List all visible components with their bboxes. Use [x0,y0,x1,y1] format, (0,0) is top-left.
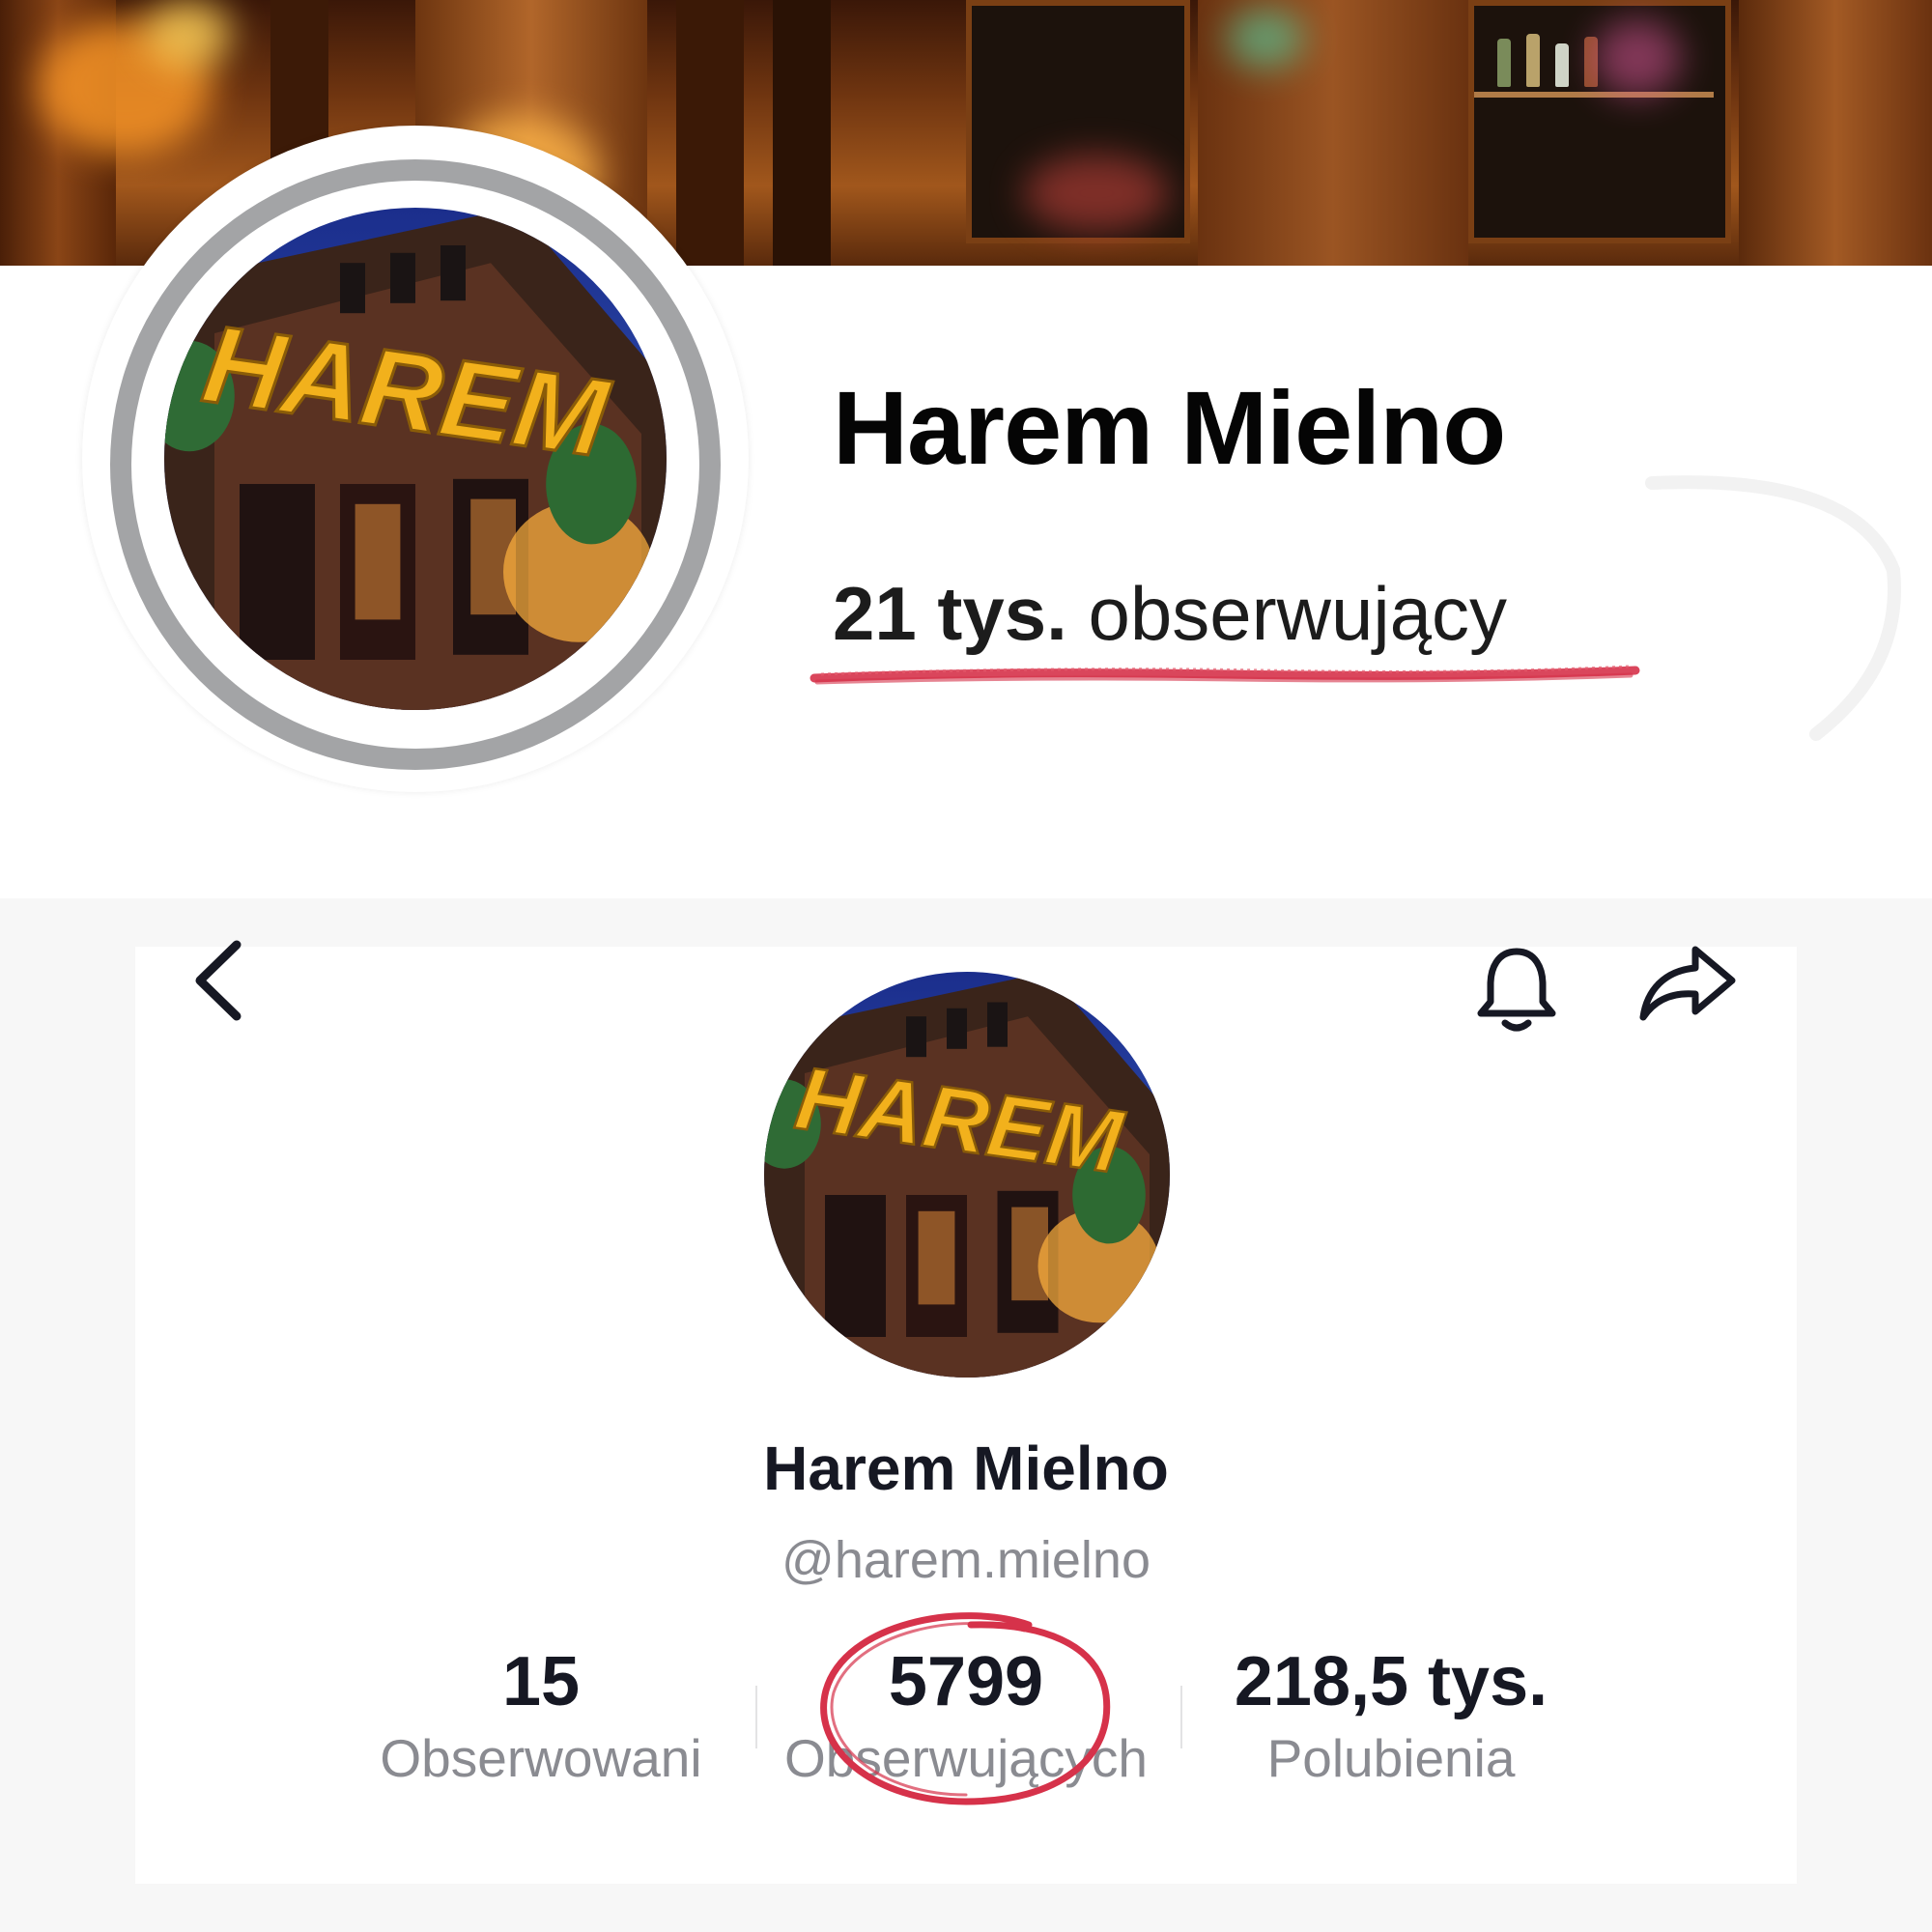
profile-handle: @harem.mielno [781,1531,1151,1589]
stat-likes-value: 218,5 tys. [1234,1643,1548,1720]
back-icon[interactable] [188,937,246,1024]
share-icon[interactable] [1637,942,1739,1024]
stat-likes-label: Polubienia [1266,1728,1516,1788]
followers-count: 21 tys. [833,571,1067,656]
highlight-underline [810,665,1640,685]
bell-icon[interactable] [1473,942,1560,1034]
stat-following-label: Obserwowani [380,1728,702,1788]
profile-avatar[interactable]: HAREM [164,208,667,710]
facebook-profile-section: HAREM Harem Mielno 21 tys. obserwujący [0,0,1932,898]
decorative-swoosh [1645,475,1901,741]
tiktok-avatar[interactable]: HAREM [764,972,1170,1378]
stat-following-value: 15 [501,1643,581,1720]
highlight-circle [820,1612,1111,1805]
followers-label: obserwujący [1088,571,1508,656]
stat-likes[interactable]: 218,5 tys. Polubienia [1169,1647,1613,1785]
followers-line[interactable]: 21 tys. obserwujący [833,570,1507,658]
profile-name: Harem Mielno [763,1434,1169,1503]
stat-following[interactable]: 15 Obserwowani [319,1647,763,1785]
page-name[interactable]: Harem Mielno [833,367,1506,488]
